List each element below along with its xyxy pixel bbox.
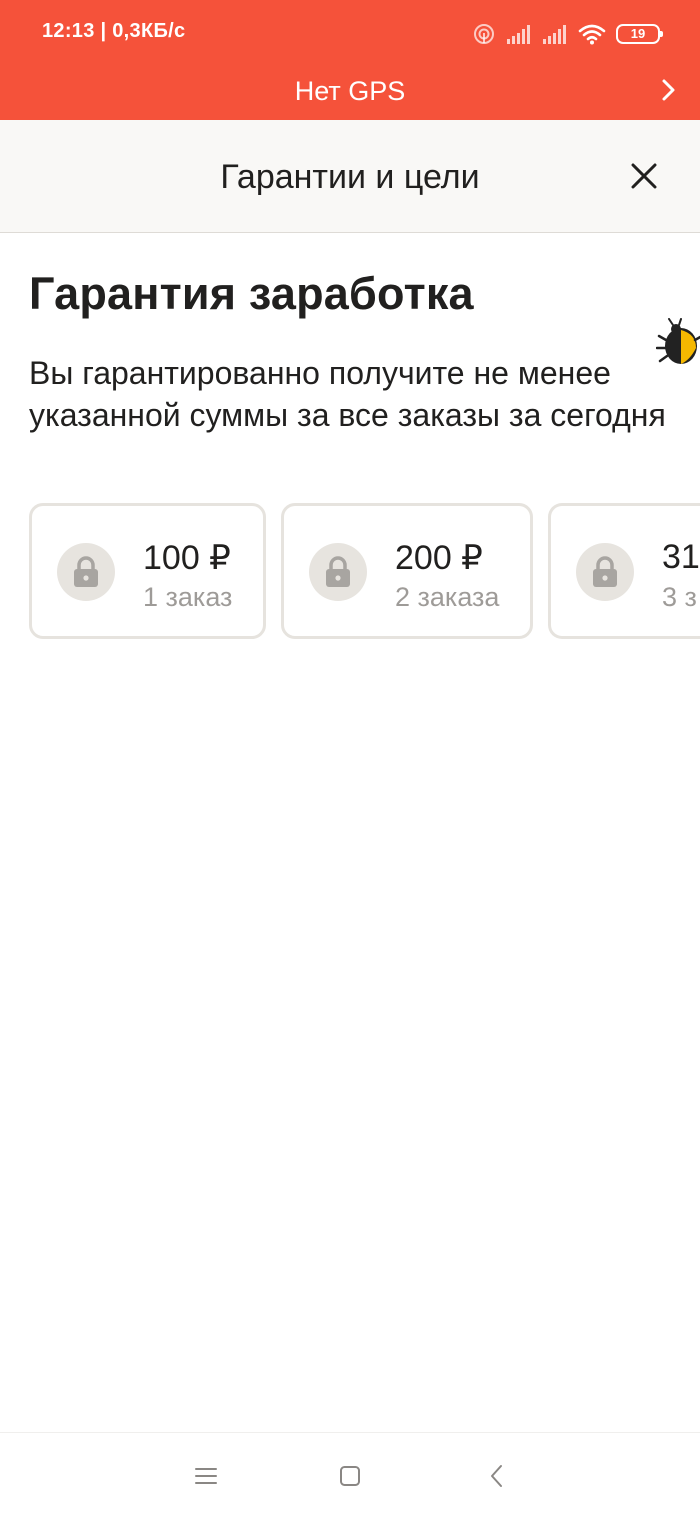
guarantee-card[interactable]: 31 3 з [548,503,700,639]
status-time: 12:13 | 0,3КБ/с [42,20,186,42]
lock-icon-badge [309,543,367,601]
wifi-icon [578,23,606,45]
close-button[interactable] [624,156,664,196]
lock-icon-badge [576,543,634,601]
card-orders: 3 з [662,582,697,612]
card-amount: 100 ₽ [143,539,231,577]
home-icon [340,1466,360,1486]
close-icon [631,163,657,189]
signal-icon [506,23,532,45]
card-orders: 2 заказа [395,582,500,612]
guarantee-card[interactable]: 200 ₽ 2 заказа [281,503,533,639]
card-amount: 200 ₽ [395,539,483,577]
guarantee-card[interactable]: 100 ₽ 1 заказ [29,503,266,639]
lock-icon [326,556,350,587]
lock-icon [593,556,617,587]
gps-banner[interactable]: Нет GPS [0,68,700,120]
back-icon [491,1465,502,1487]
menu-button[interactable] [191,1461,221,1491]
card-amount: 31 [662,538,700,576]
status-icons: 19 [472,20,663,48]
card-orders: 1 заказ [143,582,233,612]
battery-level: 19 [630,26,646,41]
lock-icon-badge [57,543,115,601]
back-button[interactable] [482,1461,512,1491]
status-bar: 12:13 | 0,3КБ/с 19 [0,0,700,68]
header-title: Гарантии и цели [220,158,480,196]
navigation-bar [0,1432,700,1516]
battery-icon: 19 [616,24,663,44]
hotspot-icon [472,22,496,46]
menu-icon [195,1468,217,1484]
header: Гарантии и цели [0,120,700,233]
signal-icon-2 [542,23,568,45]
chevron-right-icon [662,79,675,101]
page-title: Гарантия заработка [29,268,474,319]
guarantee-cards: 100 ₽ 1 заказ 200 ₽ 2 заказа 31 3 з [29,503,700,639]
gps-banner-text: Нет GPS [294,76,406,106]
lock-icon [74,556,98,587]
guarantee-description: Вы гарантированно получите не менее указ… [29,355,666,433]
home-button[interactable] [335,1461,365,1491]
